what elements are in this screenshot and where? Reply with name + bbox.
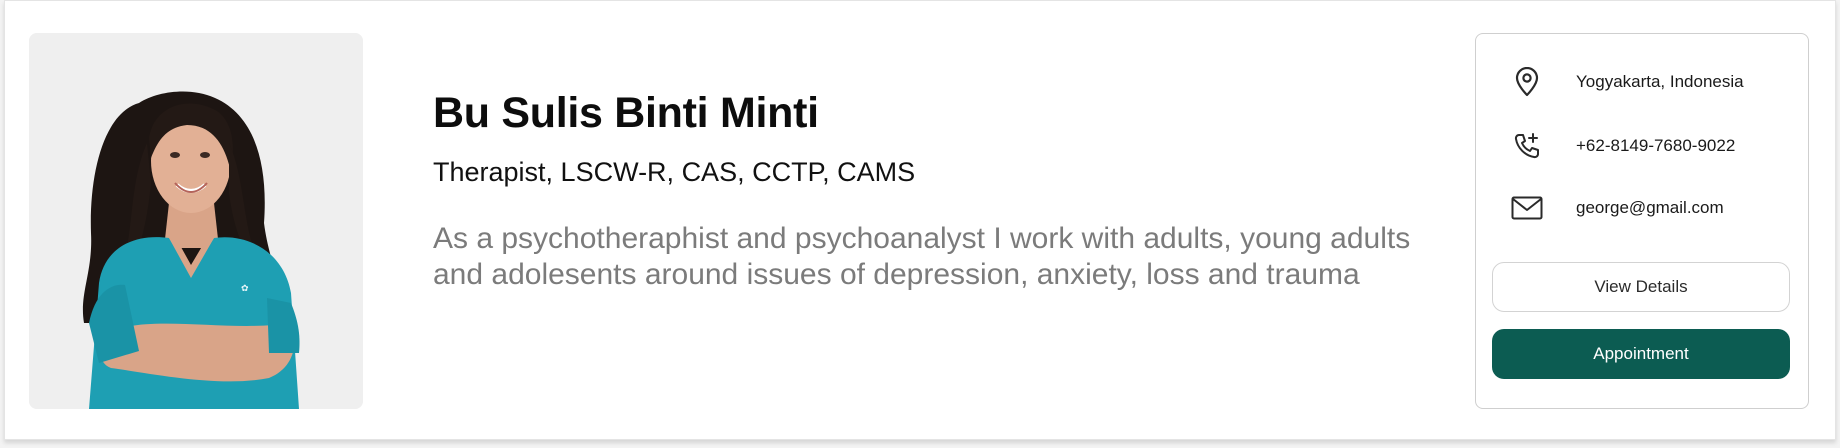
mail-icon — [1510, 191, 1544, 225]
profile-photo: ✿ — [29, 33, 363, 409]
view-details-button[interactable]: View Details — [1492, 262, 1790, 312]
location-text: Yogyakarta, Indonesia — [1576, 72, 1744, 91]
location-pin-icon — [1510, 65, 1544, 99]
contact-phone: +62-8149-7680-9022 — [1510, 126, 1800, 166]
email-text: george@gmail.com — [1576, 198, 1724, 217]
appointment-button[interactable]: Appointment — [1492, 329, 1790, 379]
contact-panel: Yogyakarta, Indonesia +62-8149-7680-9022… — [1475, 33, 1809, 409]
phone-plus-icon — [1510, 129, 1544, 163]
therapist-card: ✿ Bu Sulis Binti Minti Therapist, LSCW-R… — [4, 0, 1836, 440]
therapist-credentials: Therapist, LSCW-R, CAS, CCTP, CAMS — [433, 157, 916, 187]
svg-text:✿: ✿ — [241, 283, 249, 293]
contact-email: george@gmail.com — [1510, 188, 1800, 228]
therapist-bio: As a psychotheraphist and psychoanalyst … — [433, 222, 1411, 291]
therapist-name: Bu Sulis Binti Minti — [433, 89, 819, 137]
phone-text: +62-8149-7680-9022 — [1576, 136, 1736, 155]
contact-location: Yogyakarta, Indonesia — [1510, 62, 1800, 102]
therapist-portrait-image: ✿ — [29, 33, 363, 409]
profile-info: Bu Sulis Binti Minti Therapist, LSCW-R, … — [433, 87, 1443, 293]
